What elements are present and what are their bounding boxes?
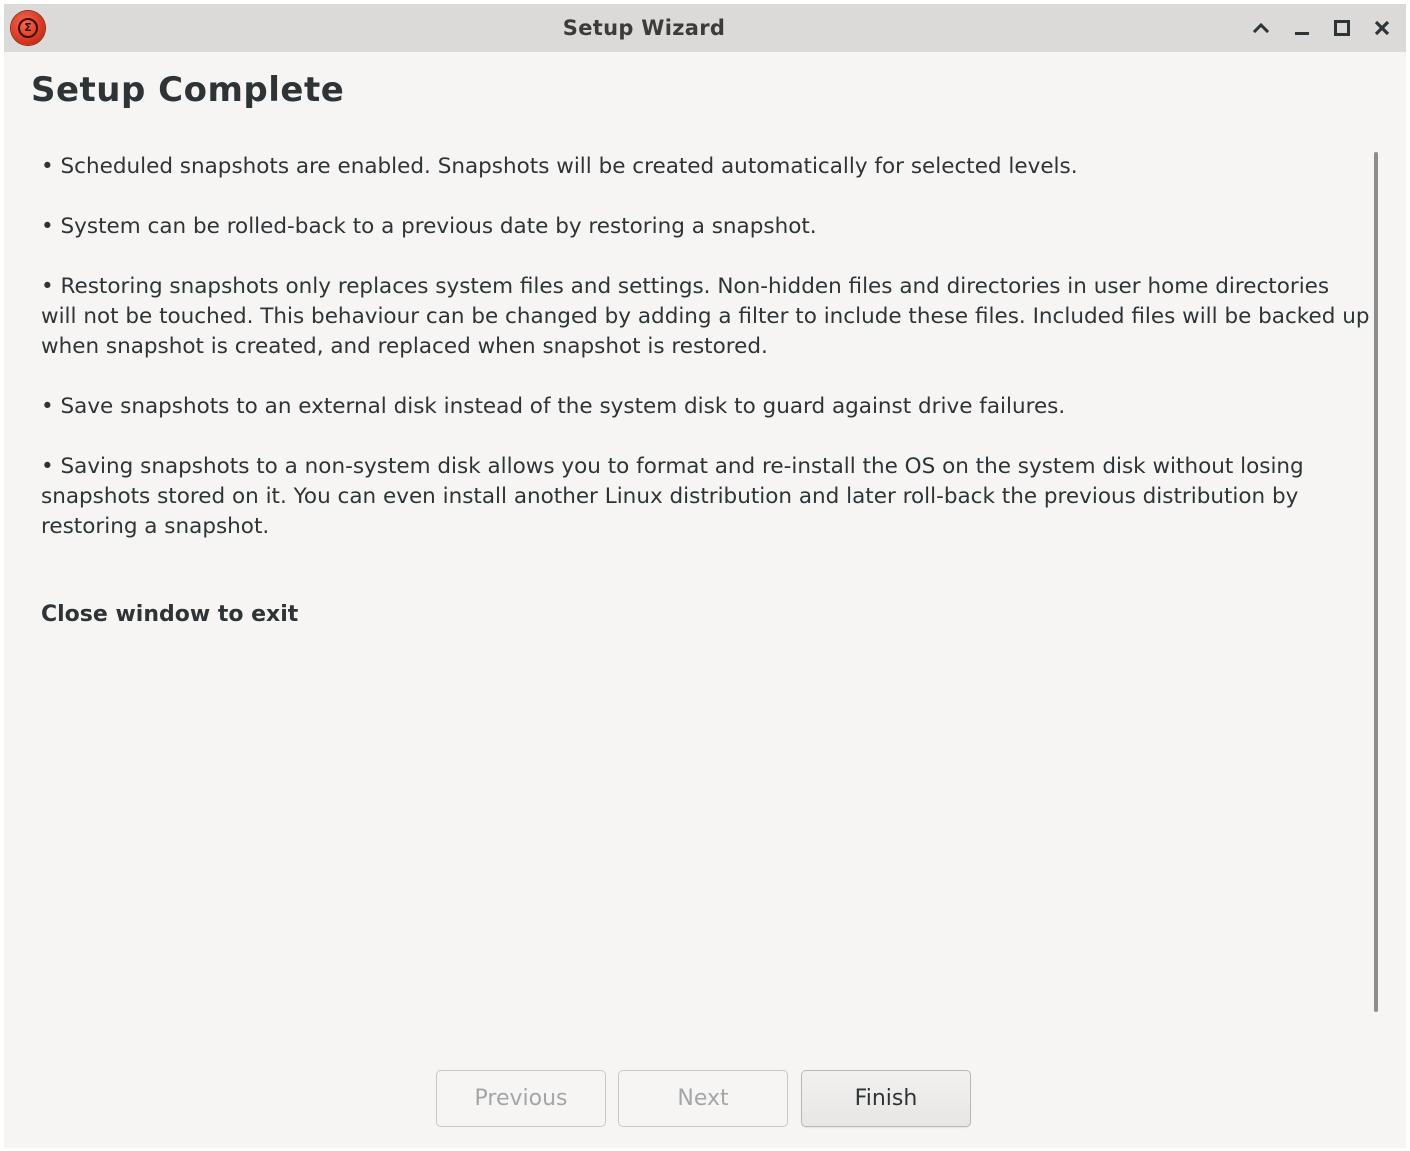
- scrollbar[interactable]: [1374, 152, 1378, 1012]
- info-paragraph: • Saving snapshots to a non-system disk …: [41, 454, 1304, 539]
- exit-note: Close window to exit: [41, 602, 299, 627]
- title-bar[interactable]: Σ Setup Wizard: [4, 4, 1406, 52]
- setup-wizard-window: Σ Setup Wizard Setup Complete • Schedule…: [4, 4, 1406, 1148]
- close-icon[interactable]: [1368, 14, 1396, 42]
- page-title: Setup Complete: [31, 70, 345, 110]
- previous-button[interactable]: Previous: [436, 1070, 606, 1127]
- info-paragraph: • Restoring snapshots only replaces syst…: [41, 274, 1370, 359]
- maximize-icon[interactable]: [1328, 14, 1356, 42]
- next-button[interactable]: Next: [618, 1070, 788, 1127]
- minimize-icon[interactable]: [1288, 14, 1316, 42]
- finish-button[interactable]: Finish: [801, 1070, 971, 1127]
- window-title: Setup Wizard: [562, 16, 726, 40]
- info-paragraph: • System can be rolled-back to a previou…: [41, 214, 817, 239]
- info-paragraph: • Save snapshots to an external disk ins…: [41, 394, 1066, 419]
- info-paragraph: • Scheduled snapshots are enabled. Snaps…: [41, 154, 1078, 179]
- info-text-area: • Scheduled snapshots are enabled. Snaps…: [41, 152, 1371, 572]
- chevron-up-icon[interactable]: [1247, 14, 1275, 42]
